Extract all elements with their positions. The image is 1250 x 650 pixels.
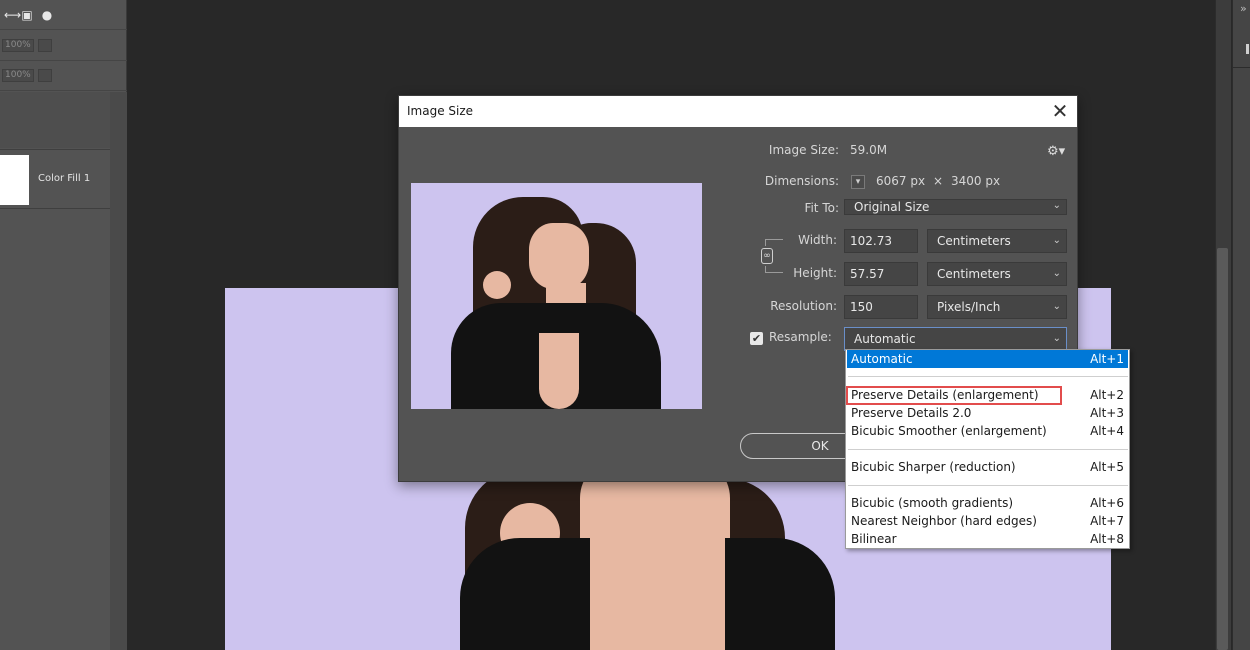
- layer-thumbnail: [0, 155, 29, 205]
- opacity-input[interactable]: 100%: [2, 39, 34, 52]
- fill-input[interactable]: 100%: [2, 69, 34, 82]
- height-input[interactable]: 57.57: [844, 262, 918, 286]
- right-panel-strip: [1232, 0, 1250, 650]
- dropdown-separator: [848, 485, 1128, 486]
- dialog-title: Image Size: [407, 104, 474, 118]
- constrain-proportions-icon[interactable]: ∞: [761, 248, 773, 264]
- dimensions-height-value: 3400 px: [951, 174, 1001, 188]
- dropdown-item-nearest-neighbor[interactable]: Nearest Neighbor (hard edges) Alt+7: [847, 512, 1128, 530]
- move-icon[interactable]: ⟷: [4, 8, 21, 22]
- fill-stepper[interactable]: [38, 69, 52, 82]
- layer-list-empty: [0, 92, 110, 148]
- face-shape: [529, 223, 589, 289]
- height-unit-select[interactable]: Centimeters ⌄: [927, 262, 1067, 286]
- resolution-unit-select[interactable]: Pixels/Inch ⌄: [927, 295, 1067, 319]
- dropdown-separator: [848, 449, 1128, 450]
- resolution-unit-value: Pixels/Inch: [937, 300, 1001, 314]
- resample-dropdown-list: Automatic Alt+1 Preserve Details (enlarg…: [845, 349, 1130, 549]
- jacket-shape: [460, 538, 590, 650]
- chevron-down-icon: ⌄: [1052, 268, 1061, 279]
- layer-lock-toolbar: ⟷ ▣ ●: [0, 0, 127, 30]
- chevron-down-icon: ⌄: [1052, 301, 1061, 312]
- panel-collapse-icon[interactable]: »: [1240, 2, 1247, 15]
- scrollbar-thumb[interactable]: [1217, 248, 1228, 650]
- image-size-label: Image Size:: [768, 143, 839, 157]
- hand-shape: [483, 271, 511, 299]
- opacity-row: 100%: [0, 31, 127, 61]
- fit-to-value: Original Size: [854, 200, 930, 214]
- chevron-down-icon: ⌄: [1052, 333, 1061, 344]
- fit-to-select[interactable]: Original Size ⌄: [844, 199, 1067, 215]
- width-input[interactable]: 102.73: [844, 229, 918, 253]
- dropdown-item-bicubic[interactable]: Bicubic (smooth gradients) Alt+6: [847, 494, 1128, 512]
- close-icon[interactable]: ✕: [1049, 100, 1071, 122]
- image-size-value: 59.0M: [850, 143, 888, 157]
- pin-icon[interactable]: ●: [40, 8, 54, 22]
- dialog-titlebar[interactable]: Image Size ✕: [399, 96, 1077, 127]
- gear-icon[interactable]: ⚙▾: [1047, 144, 1065, 159]
- width-unit-select[interactable]: Centimeters ⌄: [927, 229, 1067, 253]
- dropdown-separator: [848, 376, 1128, 377]
- layers-scrollbar[interactable]: [110, 92, 127, 650]
- height-label: Height:: [793, 266, 837, 280]
- dropdown-item-bilinear[interactable]: Bilinear Alt+8: [847, 530, 1128, 548]
- resolution-label: Resolution:: [770, 299, 837, 313]
- dropdown-item-bicubic-sharper[interactable]: Bicubic Sharper (reduction) Alt+5: [847, 458, 1128, 476]
- lock-icon[interactable]: ▣: [20, 8, 34, 22]
- dimensions-label: Dimensions:: [764, 174, 839, 188]
- dropdown-item-automatic[interactable]: Automatic Alt+1: [847, 350, 1128, 368]
- fit-to-label: Fit To:: [804, 201, 839, 215]
- resample-select[interactable]: Automatic ⌄: [844, 327, 1067, 351]
- dimensions-width-value: 6067 px: [876, 174, 926, 188]
- layer-name: Color Fill 1: [38, 173, 91, 184]
- width-label: Width:: [798, 233, 837, 247]
- layers-panel: ⟷ ▣ ● 100% 100% Color Fill 1: [0, 0, 127, 650]
- dropdown-item-bicubic-smoother[interactable]: Bicubic Smoother (enlargement) Alt+4: [847, 422, 1128, 440]
- resolution-input[interactable]: 150: [844, 295, 918, 319]
- highlight-annotation: [846, 386, 1062, 405]
- chevron-down-icon: ⌄: [1052, 200, 1061, 211]
- dropdown-item-preserve-details-2[interactable]: Preserve Details 2.0 Alt+3: [847, 404, 1128, 422]
- chest-shape: [539, 333, 579, 409]
- resample-value: Automatic: [854, 332, 916, 346]
- height-unit-value: Centimeters: [937, 267, 1011, 281]
- width-unit-value: Centimeters: [937, 234, 1011, 248]
- chevron-down-icon: ⌄: [1052, 235, 1061, 246]
- dimensions-units-dropdown-icon[interactable]: ▾: [851, 175, 865, 189]
- resample-checkbox[interactable]: ✔: [750, 332, 763, 345]
- panel-tool-icon[interactable]: [1246, 44, 1249, 54]
- jacket-shape: [725, 538, 835, 650]
- opacity-stepper[interactable]: [38, 39, 52, 52]
- resample-label: Resample:: [769, 330, 832, 344]
- fill-row: 100%: [0, 61, 127, 91]
- image-preview[interactable]: [411, 183, 702, 409]
- panel-divider: [1232, 67, 1250, 68]
- dimensions-times: ×: [933, 174, 944, 188]
- chest-shape: [580, 458, 730, 650]
- layer-row[interactable]: Color Fill 1: [0, 149, 110, 209]
